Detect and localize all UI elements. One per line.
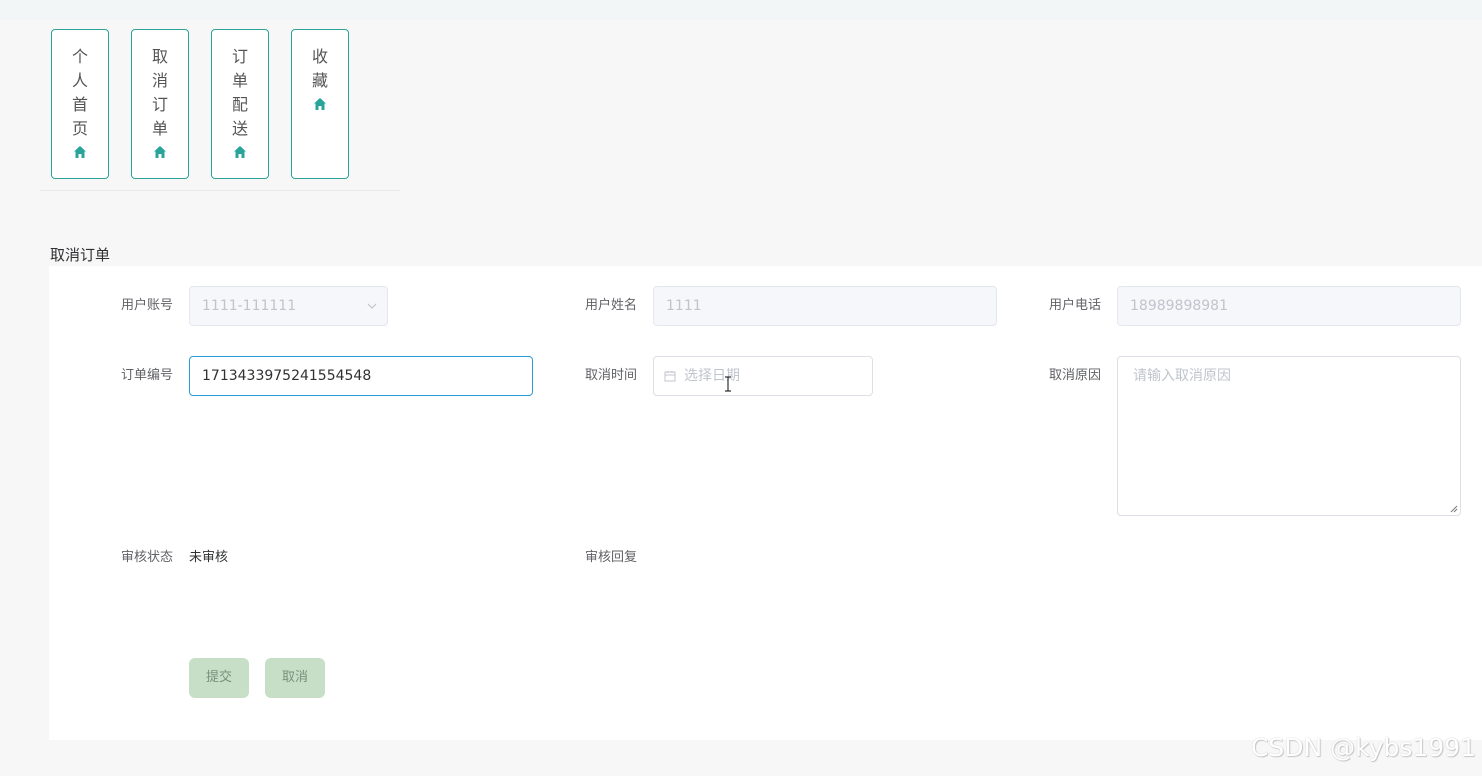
nav-card-home[interactable]: 个人首页 — [51, 29, 109, 179]
nav-card-label: 取消订单 — [151, 47, 168, 138]
name-field[interactable]: 1111 — [653, 286, 997, 326]
cancel-time-picker[interactable]: 选择日期 — [653, 356, 873, 396]
reason-label: 取消原因 — [1049, 368, 1102, 383]
order-no-value: 1713433975241554548 — [202, 368, 372, 384]
reply-label: 审核回复 — [585, 550, 638, 565]
top-strip — [0, 0, 1482, 20]
cancel-button[interactable]: 取消 — [265, 658, 325, 698]
home-icon — [74, 146, 86, 158]
cancel-time-label: 取消时间 — [585, 368, 638, 383]
resize-handle-icon[interactable] — [1448, 503, 1458, 513]
order-no-label: 订单编号 — [121, 368, 174, 383]
home-icon — [234, 146, 246, 158]
page-title: 取消订单 — [50, 246, 111, 264]
reason-textarea[interactable]: 请输入取消原因 — [1117, 356, 1461, 516]
calendar-icon — [664, 371, 676, 382]
account-select[interactable]: 1111-111111 — [189, 286, 388, 326]
phone-label: 用户电话 — [1049, 298, 1102, 313]
order-no-field[interactable]: 1713433975241554548 — [189, 356, 533, 396]
status-value: 未审核 — [189, 550, 229, 565]
account-value: 1111-111111 — [202, 298, 297, 314]
account-label: 用户账号 — [121, 298, 174, 313]
nav-divider — [40, 190, 400, 191]
phone-field[interactable]: 18989898981 — [1117, 286, 1461, 326]
text-cursor-icon — [725, 376, 731, 392]
name-value: 1111 — [666, 298, 702, 314]
chevron-down-icon — [367, 303, 377, 309]
home-icon — [314, 98, 326, 110]
name-label: 用户姓名 — [585, 298, 638, 313]
watermark: CSDN @kybs1991 — [1250, 733, 1476, 762]
nav-card-favorites[interactable]: 收藏 — [291, 29, 349, 179]
reason-placeholder: 请输入取消原因 — [1133, 368, 1231, 384]
status-label: 审核状态 — [121, 550, 174, 565]
submit-button[interactable]: 提交 — [189, 658, 249, 698]
nav-card-label: 个人首页 — [71, 47, 88, 138]
home-icon — [154, 146, 166, 158]
nav-card-delivery[interactable]: 订单配送 — [211, 29, 269, 179]
nav-card-label: 收藏 — [311, 47, 328, 90]
nav-card-cancel-order[interactable]: 取消订单 — [131, 29, 189, 179]
nav-card-label: 订单配送 — [231, 47, 248, 138]
phone-value: 18989898981 — [1130, 298, 1228, 314]
